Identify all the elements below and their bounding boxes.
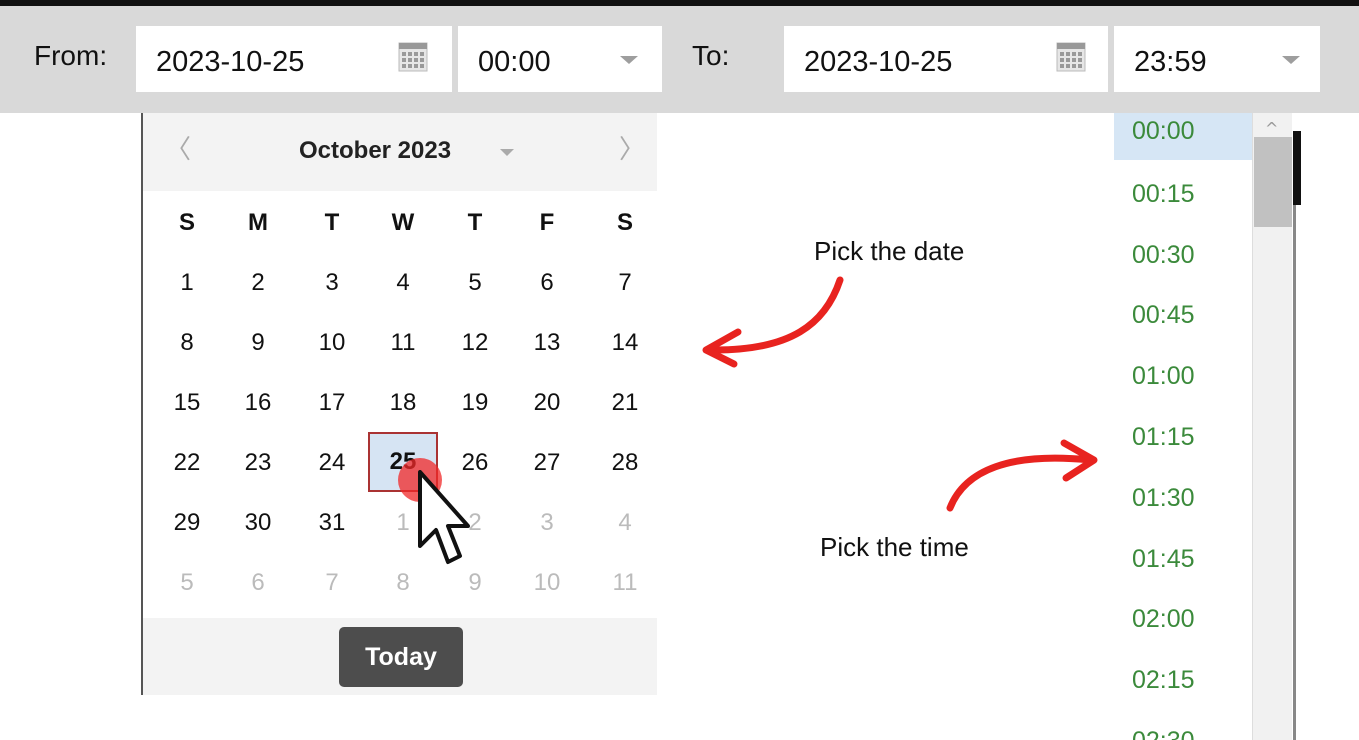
- calendar-day[interactable]: 2: [228, 263, 288, 303]
- date-arrow-icon: [702, 276, 844, 368]
- weekday-header: M: [248, 209, 268, 236]
- time-option[interactable]: 00:15: [1114, 176, 1254, 216]
- calendar-day[interactable]: 13: [517, 323, 577, 363]
- time-option[interactable]: 00:30: [1114, 237, 1254, 277]
- chevron-up-icon[interactable]: ^: [1265, 119, 1278, 138]
- calendar-day[interactable]: 5: [445, 263, 505, 303]
- calendar-day[interactable]: 4: [595, 503, 655, 543]
- calendar-day[interactable]: 8: [373, 563, 433, 603]
- calendar-day[interactable]: 11: [373, 323, 433, 363]
- calendar-day[interactable]: 11: [595, 563, 655, 603]
- time-option[interactable]: 01:00: [1114, 358, 1254, 398]
- calendar-day[interactable]: 20: [517, 383, 577, 423]
- calendar-day[interactable]: 7: [595, 263, 655, 303]
- calendar-day[interactable]: 3: [517, 503, 577, 543]
- time-option[interactable]: 01:15: [1114, 419, 1254, 459]
- month-title[interactable]: October 2023: [299, 137, 451, 165]
- calendar-header: 〈 October 2023 〉: [143, 113, 657, 191]
- calendar-day[interactable]: 10: [302, 323, 362, 363]
- calendar-day[interactable]: 6: [517, 263, 577, 303]
- top-border: [0, 0, 1359, 6]
- time-arrow-icon: [946, 439, 1098, 512]
- calendar-day[interactable]: 17: [302, 383, 362, 423]
- calendar-day[interactable]: 12: [445, 323, 505, 363]
- calendar-day[interactable]: 24: [302, 443, 362, 483]
- date-hint-annotation: Pick the date: [814, 236, 965, 266]
- mouse-pointer-icon: [418, 470, 470, 564]
- time-option[interactable]: 02:30: [1114, 723, 1254, 740]
- weekday-header: S: [178, 209, 195, 236]
- time-list-scrollbar[interactable]: ^: [1252, 113, 1292, 740]
- time-option[interactable]: 01:45: [1114, 541, 1254, 581]
- calendar-day[interactable]: 23: [228, 443, 288, 483]
- calendar-footer: Today: [143, 618, 657, 695]
- next-month-button[interactable]: 〉: [619, 129, 645, 166]
- time-option[interactable]: 02:15: [1114, 662, 1254, 702]
- calendar-icon[interactable]: [398, 42, 428, 72]
- from-date-field[interactable]: 2023-10-25: [136, 26, 452, 92]
- weekday-header: T: [467, 209, 483, 236]
- calendar-day[interactable]: 31: [302, 503, 362, 543]
- chevron-down-icon[interactable]: [620, 56, 638, 64]
- to-time-value: 23:59: [1134, 46, 1207, 78]
- calendar-day[interactable]: 1: [157, 263, 217, 303]
- from-date-value: 2023-10-25: [156, 46, 305, 78]
- calendar-day[interactable]: 4: [373, 263, 433, 303]
- calendar-day[interactable]: 27: [517, 443, 577, 483]
- calendar-day[interactable]: 10: [517, 563, 577, 603]
- calendar-icon[interactable]: [1056, 42, 1086, 72]
- date-range-toolbar: From: 2023-10-25 00:00 To: 2023-10-25 23…: [0, 0, 1359, 113]
- time-dropdown-list: 00:00 00:15 00:30 00:45 01:00 01:15 01:30 01:45…: [1114, 113, 1254, 740]
- from-label: From:: [34, 40, 108, 71]
- calendar-day[interactable]: 18: [373, 383, 433, 423]
- weekday-header: S: [616, 209, 633, 236]
- outer-scrollbar[interactable]: [1293, 113, 1301, 740]
- weekday-header: F: [539, 209, 555, 236]
- to-label: To:: [692, 40, 730, 71]
- prev-month-button[interactable]: 〈: [165, 129, 191, 166]
- calendar-day[interactable]: 29: [157, 503, 217, 543]
- time-option[interactable]: 00:00: [1114, 113, 1254, 160]
- date-picker-popup: 〈 October 2023 〉 S M T W T F S 123456789…: [141, 113, 657, 695]
- calendar-day[interactable]: 22: [157, 443, 217, 483]
- calendar-day[interactable]: 14: [595, 323, 655, 363]
- calendar-day[interactable]: 9: [445, 563, 505, 603]
- calendar-day[interactable]: 28: [595, 443, 655, 483]
- calendar-day[interactable]: 5: [157, 563, 217, 603]
- weekday-header: T: [324, 209, 340, 236]
- calendar-day[interactable]: 9: [228, 323, 288, 363]
- to-date-field[interactable]: 2023-10-25: [784, 26, 1108, 92]
- calendar-day[interactable]: 21: [595, 383, 655, 423]
- outer-scrollbar-track: [1293, 205, 1296, 740]
- calendar-day[interactable]: 16: [228, 383, 288, 423]
- calendar-day[interactable]: 7: [302, 563, 362, 603]
- time-option[interactable]: 02:00: [1114, 601, 1254, 641]
- today-button[interactable]: Today: [339, 627, 463, 687]
- chevron-down-icon[interactable]: [1282, 56, 1300, 64]
- time-option[interactable]: 00:45: [1114, 297, 1254, 337]
- scrollbar-thumb[interactable]: [1254, 137, 1292, 227]
- weekday-header: W: [391, 209, 415, 236]
- calendar-day[interactable]: 3: [302, 263, 362, 303]
- from-time-select[interactable]: 00:00: [458, 26, 662, 92]
- time-hint-annotation: Pick the time: [820, 532, 969, 562]
- to-time-select[interactable]: 23:59: [1114, 26, 1320, 92]
- calendar-day[interactable]: 8: [157, 323, 217, 363]
- chevron-down-icon[interactable]: [500, 149, 514, 156]
- calendar-day[interactable]: 6: [228, 563, 288, 603]
- from-time-value: 00:00: [478, 46, 551, 78]
- calendar-day[interactable]: 19: [445, 383, 505, 423]
- to-date-value: 2023-10-25: [804, 46, 953, 78]
- calendar-day[interactable]: 15: [157, 383, 217, 423]
- time-option[interactable]: 01:30: [1114, 480, 1254, 520]
- outer-scrollbar-thumb[interactable]: [1293, 131, 1301, 205]
- calendar-day[interactable]: 30: [228, 503, 288, 543]
